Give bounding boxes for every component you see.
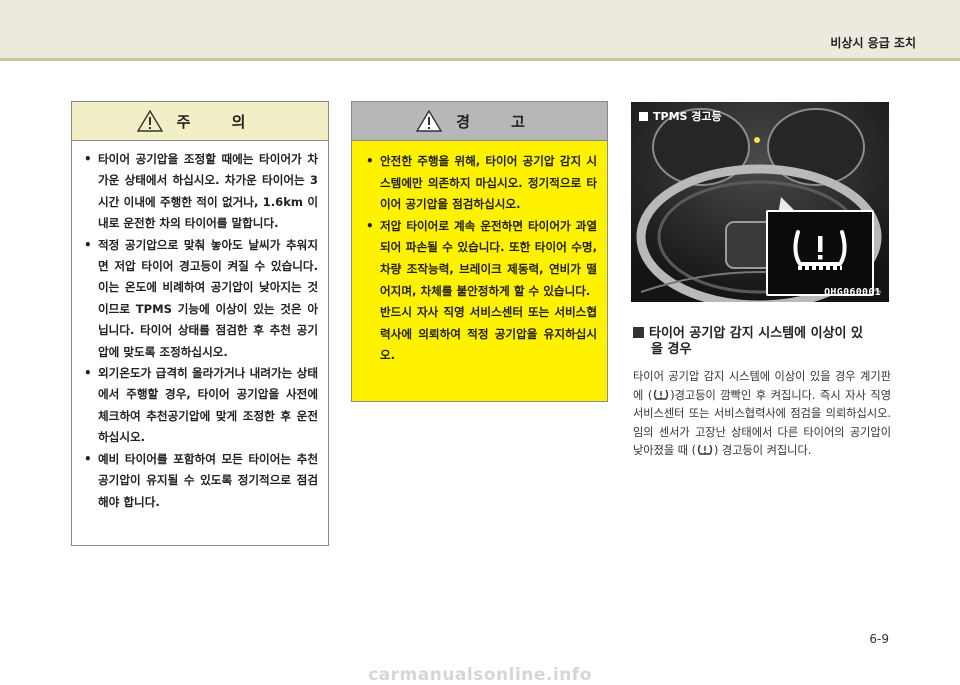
warning-item: 안전한 주행을 위해, 타이어 공기압 감지 시스템에만 의존하지 마십시오. … [366, 151, 597, 216]
caution-box: 주 의 타이어 공기압을 조정할 때에는 타이어가 차가운 상태에서 하십시오.… [71, 101, 329, 546]
watermark-text: carmanualsonline.info [368, 665, 592, 685]
square-bullet-icon [639, 111, 648, 121]
tpms-warning-icon [793, 230, 847, 270]
caution-item: 예비 타이어를 포함하여 모든 타이어는 추천 공기압이 유지될 수 있도록 정… [84, 449, 318, 513]
caution-item: 외기온도가 급격히 올라가거나 내려가는 상태에서 주행할 경우, 타이어 공기… [84, 363, 318, 449]
page-number: 6-9 [869, 632, 889, 646]
page-header-band [0, 0, 960, 58]
warning-box: 경 고 안전한 주행을 위해, 타이어 공기압 감지 시스템에만 의존하지 마십… [351, 101, 608, 402]
tpms-inline-icon [654, 389, 669, 400]
caution-item: 적정 공기압으로 맞춰 놓아도 날씨가 추워지면 저압 타이어 경고등이 켜질 … [84, 235, 318, 363]
warning-header: 경 고 [352, 102, 607, 141]
warning-item-text: 저압 타이어로 계속 운전하면 타이어가 과열되어 파손될 수 있습니다. 또한… [380, 218, 597, 298]
caution-list: 타이어 공기압을 조정할 때에는 타이어가 차가운 상태에서 하십시오. 차가운… [72, 141, 328, 513]
section-heading: 타이어 공기압 감지 시스템에 이상이 있 을 경우 [633, 326, 891, 358]
page-header-rule [0, 58, 960, 61]
warning-title: 경 고 [456, 112, 543, 131]
warning-item: 저압 타이어로 계속 운전하면 타이어가 과열되어 파손될 수 있습니다. 또한… [366, 216, 597, 367]
section-title: 비상시 응급 조치 [830, 36, 916, 50]
section-heading-line1: 타이어 공기압 감지 시스템에 이상이 있 [649, 326, 863, 341]
tpms-cluster-photo: TPMS 경고등 OHG060001 [631, 102, 889, 302]
square-bullet-icon [633, 327, 644, 338]
caution-item: 타이어 공기압을 조정할 때에는 타이어가 차가운 상태에서 하십시오. 차가운… [84, 149, 318, 235]
caution-header: 주 의 [72, 102, 328, 141]
tpms-warning-light-callout [766, 210, 874, 296]
section-body: 타이어 공기압 감지 시스템에 이상이 있을 경우 계기판에 ()경고등이 깜빡… [633, 368, 891, 461]
warning-item-extra: 반드시 자사 직영 서비스센터 또는 서비스협력사에 의뢰하여 적정 공기압을 … [380, 305, 597, 363]
tpms-inline-icon [697, 445, 713, 456]
figure-code: OHG060001 [824, 287, 881, 298]
warning-triangle-icon [416, 110, 443, 132]
watermark: carmanualsonline.info [0, 665, 960, 685]
section-body-part3: ) 경고등이 켜집니다. [713, 444, 812, 458]
warning-list: 안전한 주행을 위해, 타이어 공기압 감지 시스템에만 의존하지 마십시오. … [352, 141, 607, 367]
caution-title: 주 의 [176, 112, 264, 131]
photo-caption-text: TPMS 경고등 [653, 110, 722, 123]
section-heading-line2: 을 경우 [651, 342, 692, 357]
warning-triangle-icon [136, 110, 163, 132]
photo-caption: TPMS 경고등 [639, 108, 722, 124]
